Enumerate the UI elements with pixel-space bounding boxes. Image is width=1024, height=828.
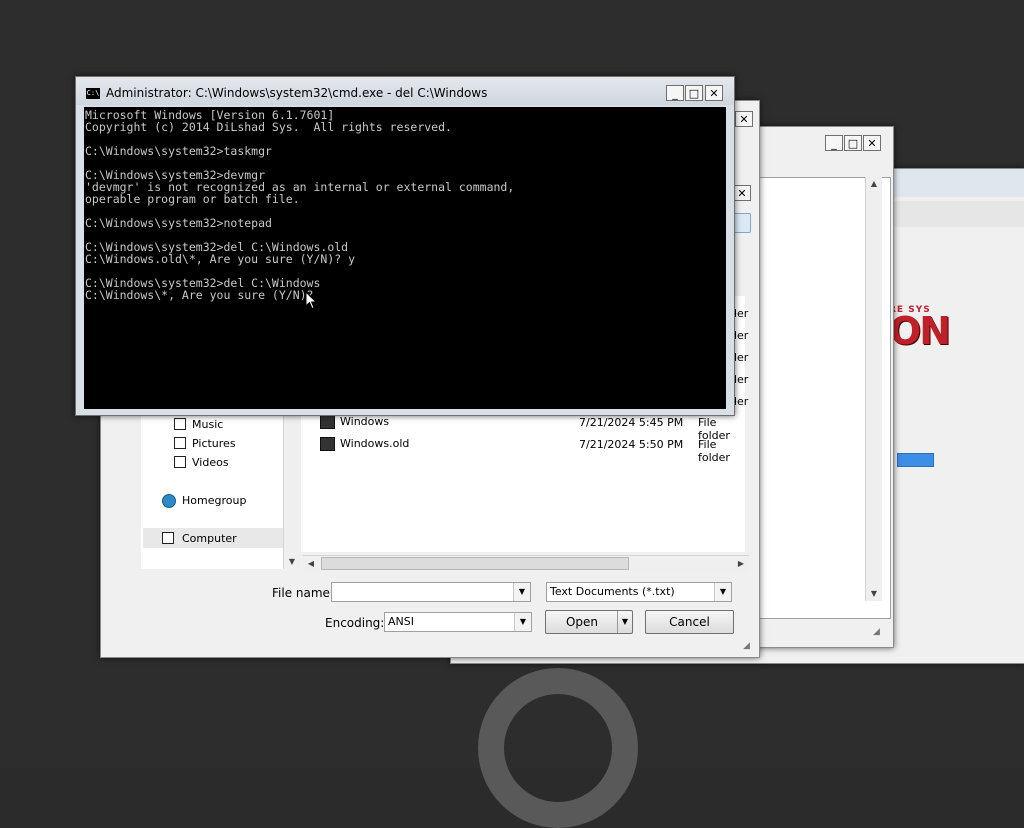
logo-large-text: ON	[889, 309, 951, 353]
nav-pane-scrollbar[interactable]: ▼	[283, 413, 300, 569]
file-type-select[interactable]: Text Documents (*.txt) ▼	[546, 582, 732, 602]
nav-item-homegroup[interactable]: Homegroup	[182, 494, 246, 507]
save-dialog-close-button[interactable]: ✕	[735, 111, 753, 127]
cmd-maximize-button[interactable]: □	[685, 85, 703, 101]
notepad-minimize-button[interactable]: _	[825, 135, 843, 151]
inner-close-button[interactable]: ✕	[733, 185, 751, 201]
file-list-horizontal-scrollbar[interactable]: ◀ ▶	[303, 555, 749, 572]
progress-bar-fill	[897, 453, 934, 467]
cmd-app-icon: C:\	[86, 88, 100, 99]
file-name-dropdown-icon[interactable]: ▼	[513, 583, 530, 601]
file-name: Windows	[340, 415, 390, 428]
notepad-vertical-scrollbar[interactable]: ▲ ▼	[865, 177, 882, 601]
console-line-2: Copyright (c) 2014 DiLshad Sys. All righ…	[85, 120, 452, 134]
encoding-value: ANSI	[388, 615, 414, 628]
nav-item-pictures[interactable]: Pictures	[192, 437, 236, 450]
notepad-close-button[interactable]: ✕	[863, 135, 881, 151]
dialog-resize-grip-icon[interactable]: ◢	[743, 641, 750, 651]
file-type-value: Text Documents (*.txt)	[550, 585, 675, 598]
encoding-label: Encoding:	[325, 616, 385, 630]
pictures-icon	[174, 437, 186, 449]
encoding-select[interactable]: ANSI ▼	[384, 612, 532, 632]
desktop-logo-shape	[478, 668, 638, 828]
console-line-8: operable program or batch file.	[85, 192, 300, 206]
folder-icon	[320, 415, 335, 429]
console-line-10: C:\Windows\system32>notepad	[85, 216, 272, 230]
open-split-dropdown-icon[interactable]: ▼	[617, 611, 632, 633]
folder-icon	[320, 437, 335, 451]
cancel-button[interactable]: Cancel	[645, 610, 734, 634]
background-window-toolbar	[891, 201, 1024, 227]
scrollbar-thumb[interactable]	[321, 557, 629, 570]
open-button-label: Open	[565, 615, 599, 629]
cmd-close-button[interactable]: ✕	[705, 85, 723, 101]
file-type-dropdown-icon[interactable]: ▼	[714, 583, 731, 601]
console-line-13: C:\Windows.old\*, Are you sure (Y/N)? y	[85, 252, 356, 266]
computer-icon	[162, 532, 174, 544]
scroll-down-arrow-icon[interactable]: ▼	[867, 587, 881, 601]
scroll-right-arrow-icon[interactable]: ▶	[734, 557, 748, 571]
nav-item-videos[interactable]: Videos	[192, 456, 229, 469]
console-line-4: C:\Windows\system32>taskmgr	[85, 144, 272, 158]
file-row-windows-old[interactable]: Windows.old 7/21/2024 5:50 PM File folde…	[320, 437, 746, 464]
videos-icon	[174, 456, 186, 468]
file-type: File folder	[698, 438, 730, 464]
cmd-minimize-button[interactable]: _	[666, 85, 684, 101]
scroll-left-arrow-icon[interactable]: ◀	[304, 557, 318, 571]
open-button[interactable]: Open ▼	[545, 610, 633, 634]
search-icon[interactable]	[733, 213, 751, 233]
music-icon	[174, 418, 186, 430]
mouse-pointer-icon	[305, 291, 317, 310]
console-line-16: C:\Windows\*, Are you sure (Y/N)?	[85, 288, 314, 302]
file-row-windows[interactable]: Windows 7/21/2024 5:45 PM File folder	[320, 415, 746, 442]
cmd-window-title: Administrator: C:\Windows\system32\cmd.e…	[106, 86, 488, 100]
scroll-up-arrow-icon[interactable]: ▲	[867, 177, 881, 191]
cmd-window: C:\ Administrator: C:\Windows\system32\c…	[75, 76, 735, 416]
notepad-maximize-button[interactable]: □	[844, 135, 862, 151]
file-name-label: File name:	[272, 586, 334, 600]
nav-item-computer[interactable]: Computer	[182, 532, 237, 545]
file-name-input[interactable]: ▼	[331, 582, 531, 602]
encoding-dropdown-icon[interactable]: ▼	[514, 613, 531, 631]
cmd-console-area[interactable]: Microsoft Windows [Version 6.1.7601] Cop…	[84, 107, 726, 409]
nav-scroll-down-arrow-icon[interactable]: ▼	[285, 555, 299, 569]
homegroup-icon	[162, 494, 176, 508]
file-date: 7/21/2024 5:45 PM	[579, 416, 684, 429]
file-date: 7/21/2024 5:50 PM	[579, 438, 684, 451]
file-name: Windows.old	[340, 437, 410, 450]
nav-item-music[interactable]: Music	[192, 418, 223, 431]
notepad-resize-grip-icon[interactable]: ◢	[873, 627, 885, 639]
